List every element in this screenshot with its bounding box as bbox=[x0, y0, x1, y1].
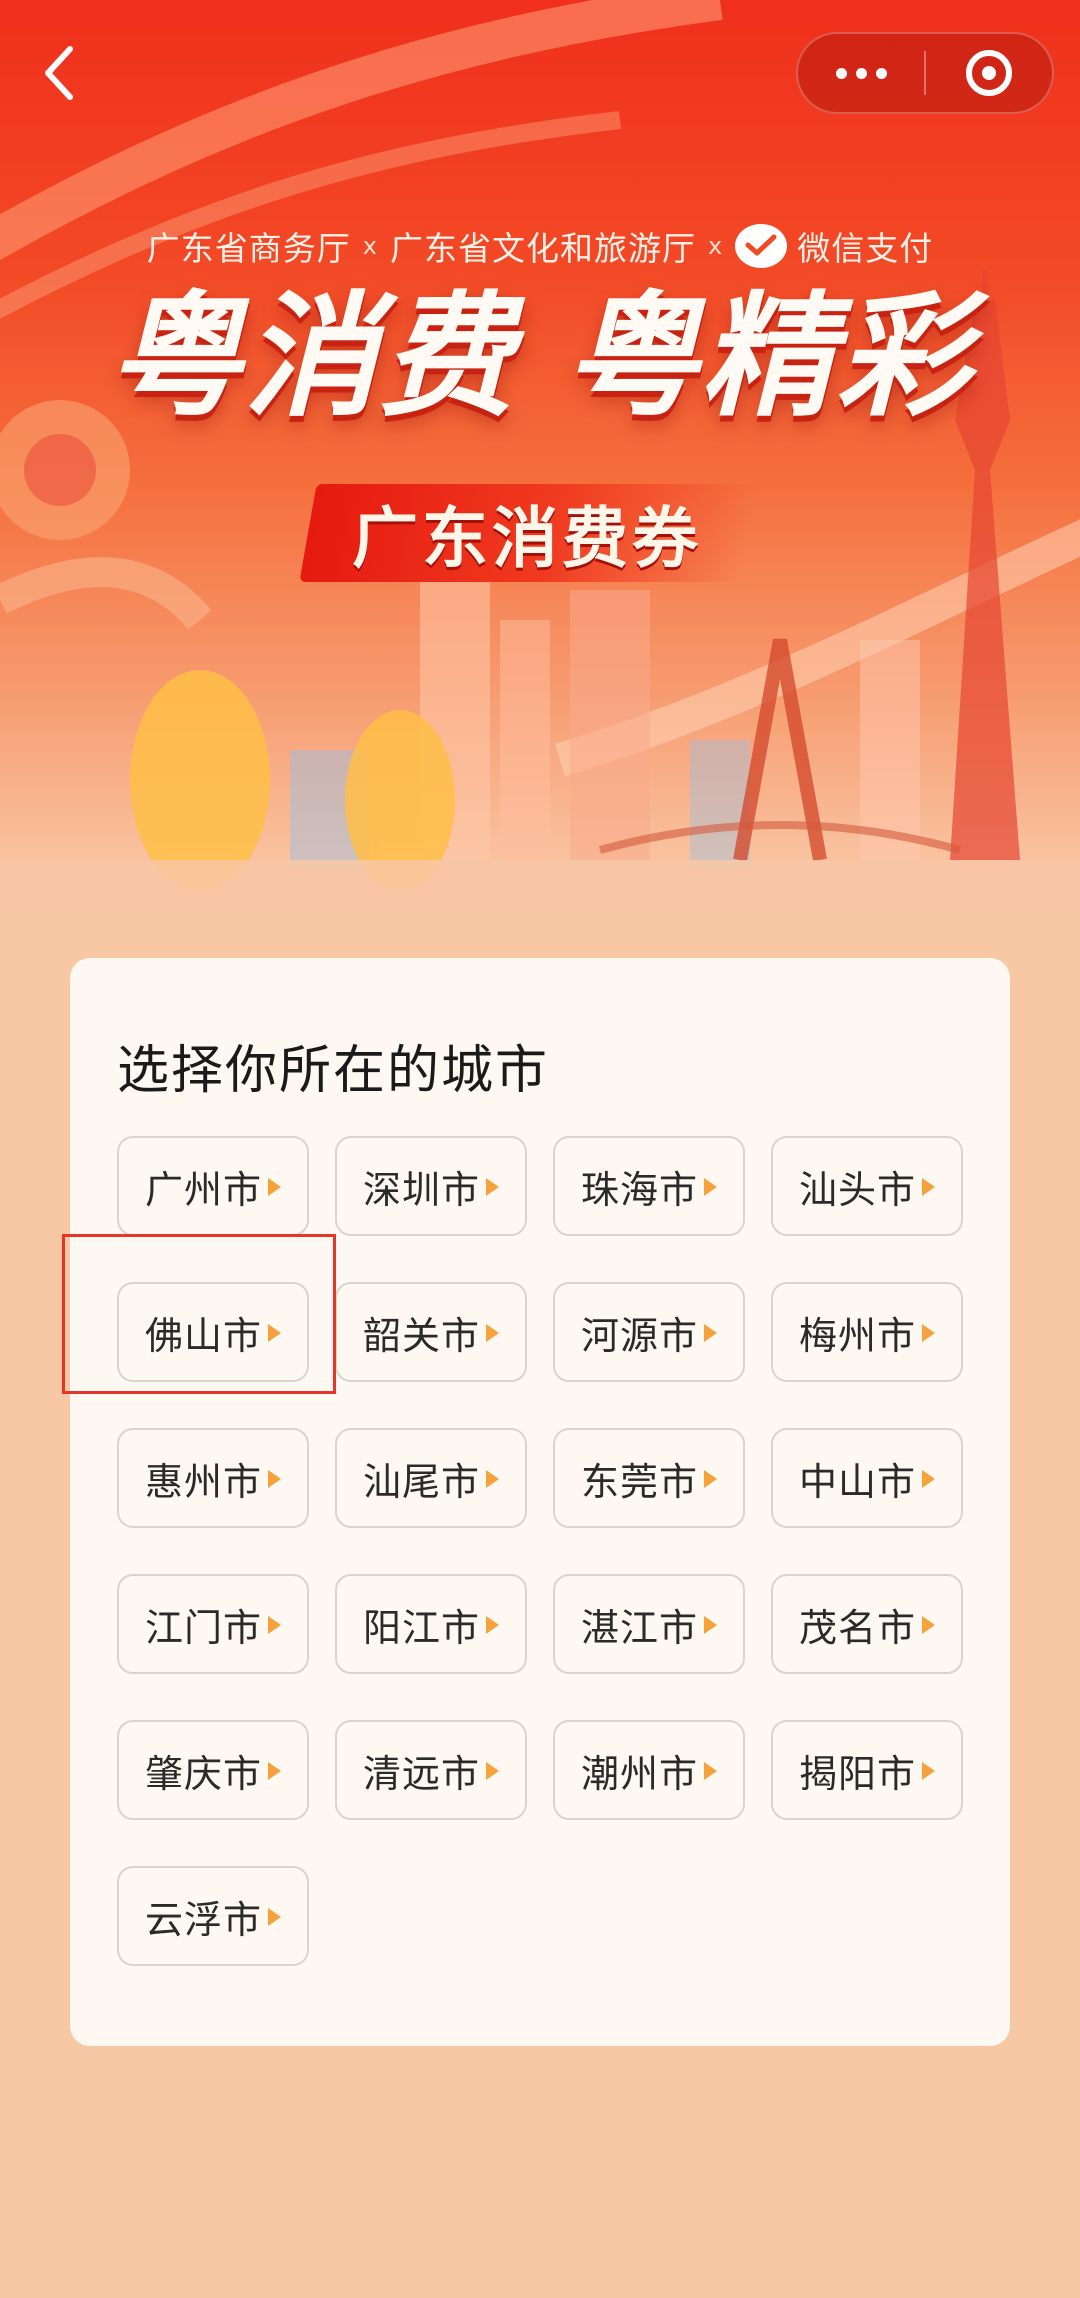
play-arrow-icon bbox=[486, 1324, 499, 1342]
city-button[interactable]: 珠海市 bbox=[553, 1136, 745, 1236]
play-arrow-icon bbox=[922, 1470, 935, 1488]
city-button[interactable]: 汕尾市 bbox=[335, 1428, 527, 1528]
city-button[interactable]: 潮州市 bbox=[553, 1720, 745, 1820]
city-name: 深圳市 bbox=[362, 1167, 480, 1212]
play-arrow-icon bbox=[268, 1616, 281, 1634]
sponsor-commerce: 广东省商务厅 bbox=[146, 229, 351, 268]
campaign-headline: 粤消费 粤精彩 bbox=[107, 279, 973, 435]
target-icon bbox=[966, 50, 1012, 96]
sponsor-wechat-pay: 微信支付 bbox=[797, 229, 934, 268]
play-arrow-icon bbox=[922, 1616, 935, 1634]
play-arrow-icon bbox=[486, 1762, 499, 1780]
sponsor-separator: x bbox=[708, 232, 724, 260]
city-name: 阳江市 bbox=[362, 1605, 480, 1650]
more-dots-icon bbox=[835, 67, 887, 79]
city-name: 揭阳市 bbox=[798, 1751, 916, 1796]
city-name: 中山市 bbox=[798, 1459, 916, 1504]
play-arrow-icon bbox=[704, 1470, 717, 1488]
city-name: 韶关市 bbox=[362, 1313, 480, 1358]
play-arrow-icon bbox=[268, 1908, 281, 1926]
city-button[interactable]: 清远市 bbox=[335, 1720, 527, 1820]
city-name: 佛山市 bbox=[144, 1313, 262, 1358]
city-name: 汕尾市 bbox=[362, 1459, 480, 1504]
voucher-badge-label: 广东消费券 bbox=[352, 500, 702, 577]
city-button[interactable]: 江门市 bbox=[117, 1574, 309, 1674]
city-name: 河源市 bbox=[580, 1313, 698, 1358]
city-button[interactable]: 深圳市 bbox=[335, 1136, 527, 1236]
city-button[interactable]: 汕头市 bbox=[771, 1136, 963, 1236]
city-button[interactable]: 阳江市 bbox=[335, 1574, 527, 1674]
play-arrow-icon bbox=[268, 1324, 281, 1342]
city-picker-title: 选择你所在的城市 bbox=[117, 1041, 550, 1101]
city-name: 清远市 bbox=[362, 1751, 480, 1796]
city-button[interactable]: 梅州市 bbox=[771, 1282, 963, 1382]
sponsor-culture-tourism: 广东省文化和旅游厅 bbox=[390, 229, 696, 268]
city-button[interactable]: 揭阳市 bbox=[771, 1720, 963, 1820]
mini-program-capsule bbox=[796, 32, 1054, 114]
city-button[interactable]: 韶关市 bbox=[335, 1282, 527, 1382]
voucher-badge: 广东消费券 bbox=[299, 484, 757, 582]
city-button[interactable]: 湛江市 bbox=[553, 1574, 745, 1674]
play-arrow-icon bbox=[268, 1178, 281, 1196]
sponsor-separator: x bbox=[362, 232, 378, 260]
play-arrow-icon bbox=[486, 1470, 499, 1488]
city-name: 惠州市 bbox=[144, 1459, 262, 1504]
city-name: 湛江市 bbox=[580, 1605, 698, 1650]
city-button[interactable]: 惠州市 bbox=[117, 1428, 309, 1528]
city-picker-card: 选择你所在的城市 广州市 深圳市 珠海市 汕头市佛山市 韶关市 河源市 梅州市惠州市 汕尾市 东… bbox=[70, 958, 1010, 2046]
city-name: 肇庆市 bbox=[144, 1751, 262, 1796]
close-mini-program-button[interactable] bbox=[926, 34, 1052, 112]
play-arrow-icon bbox=[922, 1762, 935, 1780]
city-name: 广州市 bbox=[144, 1167, 262, 1212]
city-name: 汕头市 bbox=[798, 1167, 916, 1212]
play-arrow-icon bbox=[486, 1616, 499, 1634]
city-button[interactable]: 中山市 bbox=[771, 1428, 963, 1528]
play-arrow-icon bbox=[922, 1324, 935, 1342]
play-arrow-icon bbox=[704, 1616, 717, 1634]
play-arrow-icon bbox=[704, 1178, 717, 1196]
city-button[interactable]: 云浮市 bbox=[117, 1866, 309, 1966]
city-name: 江门市 bbox=[144, 1605, 262, 1650]
more-button[interactable] bbox=[798, 34, 924, 112]
city-button[interactable]: 茂名市 bbox=[771, 1574, 963, 1674]
city-grid: 广州市 深圳市 珠海市 汕头市佛山市 韶关市 河源市 梅州市惠州市 汕尾市 东莞市 中山市江门市 阳… bbox=[117, 1136, 963, 1966]
play-arrow-icon bbox=[486, 1178, 499, 1196]
back-button[interactable] bbox=[28, 38, 88, 108]
play-arrow-icon bbox=[704, 1324, 717, 1342]
city-name: 梅州市 bbox=[798, 1313, 916, 1358]
play-arrow-icon bbox=[704, 1762, 717, 1780]
play-arrow-icon bbox=[268, 1762, 281, 1780]
city-name: 珠海市 bbox=[580, 1167, 698, 1212]
play-arrow-icon bbox=[268, 1470, 281, 1488]
city-button[interactable]: 佛山市 bbox=[117, 1282, 309, 1382]
city-button[interactable]: 河源市 bbox=[553, 1282, 745, 1382]
sponsor-line: 广东省商务厅 x 广东省文化和旅游厅 x 微信支付 bbox=[0, 222, 1080, 270]
city-name: 东莞市 bbox=[580, 1459, 698, 1504]
play-arrow-icon bbox=[922, 1178, 935, 1196]
wechat-pay-icon bbox=[735, 224, 788, 268]
city-button[interactable]: 肇庆市 bbox=[117, 1720, 309, 1820]
city-button[interactable]: 广州市 bbox=[117, 1136, 309, 1236]
chevron-left-icon bbox=[45, 46, 73, 100]
city-button[interactable]: 东莞市 bbox=[553, 1428, 745, 1528]
city-name: 云浮市 bbox=[144, 1897, 262, 1942]
campaign-banner: 广东省商务厅 x 广东省文化和旅游厅 x 微信支付 粤消费 粤精彩 广东消费券 bbox=[0, 0, 1080, 980]
city-name: 潮州市 bbox=[580, 1751, 698, 1796]
city-name: 茂名市 bbox=[798, 1605, 916, 1650]
